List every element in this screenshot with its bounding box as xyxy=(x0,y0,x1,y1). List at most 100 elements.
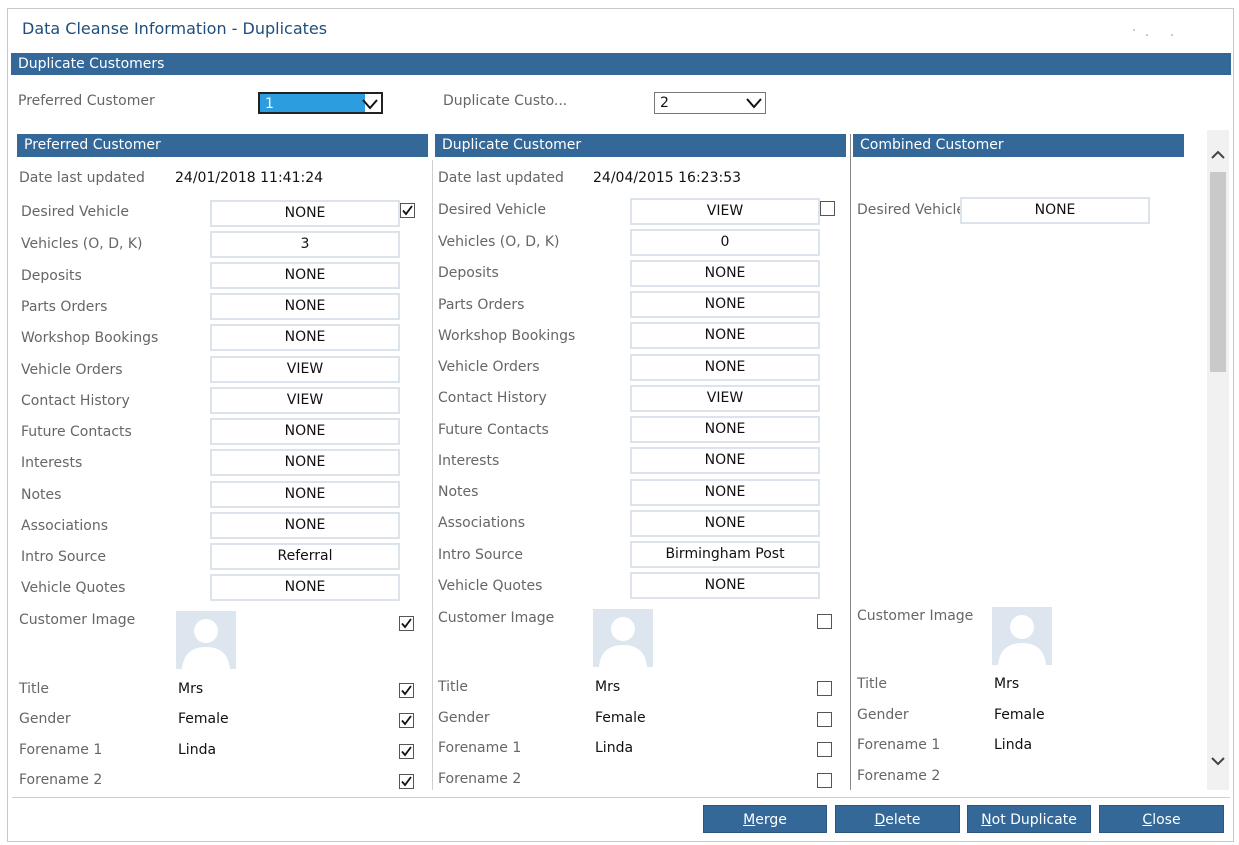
customer-image-label: Customer Image xyxy=(438,610,555,626)
row-value-button[interactable]: NONE xyxy=(210,200,400,227)
duplicate-forename-1-checkbox[interactable] xyxy=(817,742,832,757)
row-value-button[interactable]: VIEW xyxy=(630,198,820,225)
field-label: Forename 1 xyxy=(438,740,522,756)
scroll-up-icon[interactable] xyxy=(1210,148,1226,162)
preferred-gender-checkbox[interactable] xyxy=(399,713,414,728)
window-title: Data Cleanse Information - Duplicates xyxy=(22,19,328,38)
duplicate-title-checkbox[interactable] xyxy=(817,681,832,696)
merge-label: erge xyxy=(755,812,787,828)
scrollbar-thumb[interactable] xyxy=(1210,172,1226,372)
row-value-button[interactable]: NONE xyxy=(210,262,400,289)
row-value-button[interactable]: 0 xyxy=(630,229,820,256)
row-value-button[interactable]: NONE xyxy=(630,479,820,506)
row-label: Vehicles (O, D, K) xyxy=(438,234,560,250)
row-value-button[interactable]: 3 xyxy=(210,231,400,258)
row-label: Workshop Bookings xyxy=(438,328,576,344)
field-label: Gender xyxy=(438,710,490,726)
desired-vehicle-label: Desired Vehicle xyxy=(857,202,966,218)
row-value-button[interactable]: NONE xyxy=(210,293,400,320)
row-value-button[interactable]: NONE xyxy=(210,418,400,445)
date-updated-label: Date last updated xyxy=(19,170,145,186)
checkmark-icon xyxy=(401,746,412,757)
preferred-forename-2-checkbox[interactable] xyxy=(399,774,414,789)
delete-button[interactable]: Delete xyxy=(835,805,960,833)
merge-button[interactable]: Merge xyxy=(703,805,827,833)
preferred-forename-1-checkbox[interactable] xyxy=(399,744,414,759)
row-value-button[interactable]: VIEW xyxy=(210,356,400,383)
vertical-scrollbar[interactable] xyxy=(1207,130,1229,790)
checkmark-icon xyxy=(401,618,412,629)
row-value-button[interactable]: NONE xyxy=(630,291,820,318)
footer-divider xyxy=(12,797,1230,798)
duplicate-customer-value: 2 xyxy=(660,95,669,111)
row-label: Parts Orders xyxy=(438,297,525,313)
date-updated-label: Date last updated xyxy=(438,170,564,186)
row-value-button[interactable]: NONE xyxy=(630,322,820,349)
row-label: Contact History xyxy=(21,393,130,409)
field-value: Mrs xyxy=(595,679,621,695)
chevron-down-icon xyxy=(746,98,762,109)
duplicate-column-header: Duplicate Customer xyxy=(435,134,846,157)
field-label: Forename 2 xyxy=(19,772,103,788)
preferred-customer-select[interactable]: 1 xyxy=(258,92,383,114)
scroll-down-icon[interactable] xyxy=(1210,754,1226,768)
combined-desired-vehicle-button[interactable]: NONE xyxy=(960,197,1150,224)
row-label: Vehicles (O, D, K) xyxy=(21,236,143,252)
field-label: Forename 2 xyxy=(438,771,522,787)
row-value-button[interactable]: NONE xyxy=(630,260,820,287)
row-value-button[interactable]: NONE xyxy=(630,510,820,537)
checkmark-icon xyxy=(401,685,412,696)
customer-image-label: Customer Image xyxy=(857,608,974,624)
field-label: Title xyxy=(438,679,469,695)
not-duplicate-accel: N xyxy=(981,812,992,828)
duplicate-customer-select[interactable]: 2 xyxy=(654,92,766,114)
field-value: Linda xyxy=(178,742,217,758)
duplicate-image-checkbox[interactable] xyxy=(817,614,832,629)
preferred-image-checkbox[interactable] xyxy=(399,616,414,631)
duplicate-gender-checkbox[interactable] xyxy=(817,712,832,727)
row-label: Workshop Bookings xyxy=(21,330,159,346)
not-duplicate-label: ot Duplicate xyxy=(991,812,1077,828)
row-label: Interests xyxy=(438,453,500,469)
row-value-button[interactable]: NONE xyxy=(630,416,820,443)
field-label: Gender xyxy=(857,707,909,723)
row-value-button[interactable]: Birmingham Post xyxy=(630,541,820,568)
field-value: Mrs xyxy=(994,676,1020,692)
row-label: Parts Orders xyxy=(21,299,108,315)
row-value-button[interactable]: NONE xyxy=(210,574,400,601)
row-value-button[interactable]: NONE xyxy=(210,512,400,539)
row-value-button[interactable]: NONE xyxy=(630,354,820,381)
person-silhouette-icon xyxy=(182,619,230,669)
close-button[interactable]: Close xyxy=(1099,805,1224,833)
column-divider xyxy=(850,134,851,790)
delete-label: elete xyxy=(885,812,921,828)
preferred-customer-value: 1 xyxy=(260,94,365,112)
field-value: Linda xyxy=(994,737,1033,753)
person-silhouette-icon xyxy=(998,615,1046,665)
row-label: Future Contacts xyxy=(21,424,132,440)
window-controls-icon[interactable] xyxy=(1132,28,1182,36)
duplicate-desired-vehicle-checkbox[interactable] xyxy=(820,201,835,216)
delete-accel: D xyxy=(874,812,886,828)
row-value-button[interactable]: NONE xyxy=(210,449,400,476)
combined-column-header: Combined Customer xyxy=(853,134,1184,157)
field-label: Forename 1 xyxy=(857,737,941,753)
row-value-button[interactable]: NONE xyxy=(630,447,820,474)
preferred-customer-label: Preferred Customer xyxy=(18,93,155,109)
preferred-title-checkbox[interactable] xyxy=(399,683,414,698)
not-duplicate-button[interactable]: Not Duplicate xyxy=(967,805,1091,833)
duplicate-forename-2-checkbox[interactable] xyxy=(817,773,832,788)
row-value-button[interactable]: VIEW xyxy=(630,385,820,412)
row-value-button[interactable]: NONE xyxy=(630,572,820,599)
row-value-button[interactable]: Referral xyxy=(210,543,400,570)
row-value-button[interactable]: VIEW xyxy=(210,387,400,414)
duplicate-customer-label: Duplicate Custo... xyxy=(443,93,568,109)
customer-avatar xyxy=(992,607,1052,665)
row-value-button[interactable]: NONE xyxy=(210,324,400,351)
checkmark-icon xyxy=(401,715,412,726)
person-silhouette-icon xyxy=(599,617,647,667)
row-label: Associations xyxy=(21,518,109,534)
preferred-desired-vehicle-checkbox[interactable] xyxy=(400,203,415,218)
date-updated-value: 24/04/2015 16:23:53 xyxy=(593,170,742,186)
row-value-button[interactable]: NONE xyxy=(210,481,400,508)
